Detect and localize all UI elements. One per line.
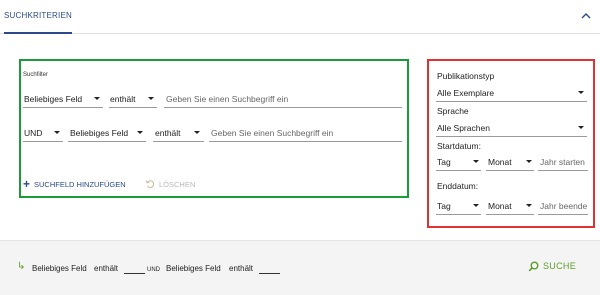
language-select-underline	[436, 136, 587, 137]
subdirectory-arrow-icon: ↳	[17, 261, 26, 272]
end-month-select[interactable]: Monat	[488, 200, 512, 212]
tab-search-criteria[interactable]: SUCHKRITERIEN	[4, 0, 72, 34]
operator-select-1-underline	[109, 107, 157, 108]
pubtype-label: Publikationstyp	[437, 71, 495, 81]
chevron-down-icon	[526, 160, 532, 163]
chevron-up-icon[interactable]	[580, 10, 592, 22]
chevron-down-icon	[194, 131, 200, 134]
chevron-down-icon	[148, 97, 154, 100]
query-summary-bar: ↳ Beliebiges Feld enthält UND Beliebiges…	[0, 240, 600, 295]
end-date-label: Enddatum:	[437, 181, 479, 191]
operator-select-2[interactable]: enthält	[155, 127, 181, 139]
search-term-input-2-underline	[209, 141, 402, 142]
chevron-down-icon	[94, 97, 100, 100]
start-year-input[interactable]: Jahr starten	[540, 156, 585, 168]
search-button[interactable]: SUCHE	[528, 259, 576, 273]
bool-select[interactable]: UND	[24, 127, 42, 139]
chevron-down-icon	[473, 204, 479, 207]
chevron-down-icon	[578, 126, 584, 129]
search-term-input-1[interactable]: Geben Sie einen Suchbegriff ein	[166, 93, 288, 105]
summary-operator-1: enthält	[94, 264, 119, 273]
end-day-underline	[436, 214, 481, 215]
chevron-down-icon	[526, 204, 532, 207]
tab-bar: SUCHKRITERIEN	[0, 0, 600, 34]
summary-operator-2: enthält	[229, 264, 254, 273]
delete-button[interactable]: LÖSCHEN	[145, 178, 195, 190]
bool-select-underline	[23, 141, 63, 142]
undo-icon	[145, 180, 155, 189]
start-date-label: Startdatum:	[437, 141, 481, 151]
summary-field-2: Beliebiges Feld	[166, 264, 221, 273]
search-filter-heading: Suchfilter	[23, 72, 49, 78]
chevron-down-icon	[54, 131, 60, 134]
add-search-field-button[interactable]: + SUCHFELD HINZUFÜGEN	[23, 178, 126, 190]
operator-select-1[interactable]: enthält	[110, 93, 136, 105]
chevron-down-icon	[578, 91, 584, 94]
language-label: Sprache	[437, 106, 469, 116]
field-select-1[interactable]: Beliebiges Feld	[24, 93, 82, 105]
delete-label: LÖSCHEN	[159, 179, 196, 189]
field-select-2[interactable]: Beliebiges Feld	[70, 127, 128, 139]
pubtype-select[interactable]: Alle Exemplare	[437, 87, 494, 99]
start-month-select[interactable]: Monat	[488, 156, 512, 168]
search-term-input-1-underline	[164, 107, 402, 108]
field-select-2-underline	[68, 141, 146, 142]
start-day-select[interactable]: Tag	[437, 156, 451, 168]
search-icon	[528, 261, 539, 271]
operator-select-2-underline	[153, 141, 204, 142]
start-year-underline	[538, 170, 588, 171]
start-day-underline	[436, 170, 481, 171]
end-month-underline	[486, 214, 534, 215]
pubtype-select-underline	[436, 101, 587, 102]
end-year-underline	[538, 214, 588, 215]
chevron-down-icon	[137, 131, 143, 134]
summary-term-blank-1	[124, 273, 145, 274]
search-term-input-2[interactable]: Geben Sie einen Suchbegriff ein	[211, 127, 333, 139]
add-search-field-label: SUCHFELD HINZUFÜGEN	[34, 179, 126, 189]
plus-icon: +	[23, 177, 31, 191]
field-select-1-underline	[23, 107, 103, 108]
summary-term-blank-2	[259, 273, 280, 274]
language-select[interactable]: Alle Sprachen	[437, 122, 490, 134]
start-month-underline	[486, 170, 534, 171]
search-button-label: SUCHE	[543, 261, 577, 271]
chevron-down-icon	[473, 160, 479, 163]
summary-joiner: UND	[147, 267, 160, 273]
end-year-input[interactable]: Jahr beende	[540, 200, 587, 212]
end-day-select[interactable]: Tag	[437, 200, 451, 212]
summary-field-1: Beliebiges Feld	[32, 264, 87, 273]
